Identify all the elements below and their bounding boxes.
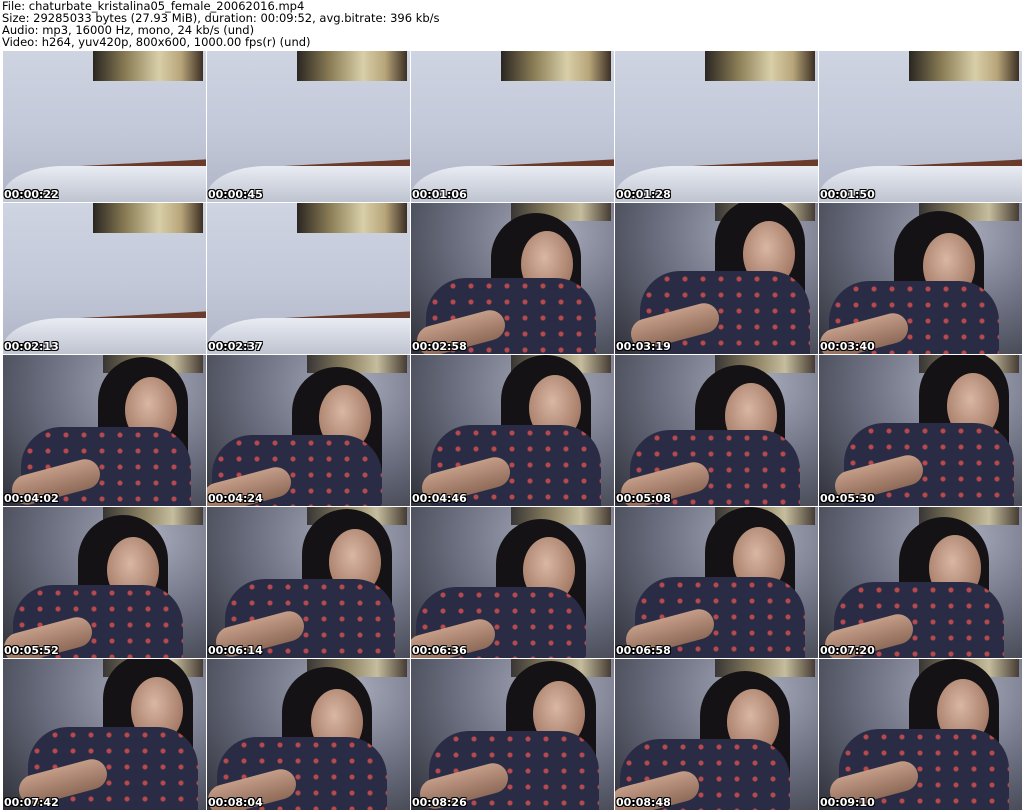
video-thumbnail: 00:02:37 xyxy=(207,203,410,354)
person-frame xyxy=(3,659,206,810)
timestamp-label: 00:08:26 xyxy=(412,796,467,809)
person-frame xyxy=(3,507,206,658)
timestamp-label: 00:05:30 xyxy=(820,492,875,505)
timestamp-label: 00:00:22 xyxy=(4,188,59,201)
person-frame xyxy=(819,203,1022,354)
video-thumbnail: 00:07:20 xyxy=(819,507,1022,658)
timestamp-label: 00:08:48 xyxy=(616,796,671,809)
timestamp-label: 00:03:40 xyxy=(820,340,875,353)
timestamp-label: 00:04:24 xyxy=(208,492,263,505)
bedroom-frame xyxy=(615,51,818,202)
person-frame xyxy=(615,355,818,506)
person-frame xyxy=(819,355,1022,506)
timestamp-label: 00:02:37 xyxy=(208,340,263,353)
video-thumbnail: 00:00:45 xyxy=(207,51,410,202)
video-thumbnail: 00:06:14 xyxy=(207,507,410,658)
video-thumbnail: 00:04:46 xyxy=(411,355,614,506)
timestamp-label: 00:01:50 xyxy=(820,188,875,201)
video-thumbnail: 00:05:30 xyxy=(819,355,1022,506)
person-frame xyxy=(207,355,410,506)
timestamp-label: 00:05:08 xyxy=(616,492,671,505)
timestamp-label: 00:05:52 xyxy=(4,644,59,657)
person-frame xyxy=(819,507,1022,658)
video-info: Video: h264, yuv420p, 800x600, 1000.00 f… xyxy=(2,35,311,49)
timestamp-label: 00:07:20 xyxy=(820,644,875,657)
person-frame xyxy=(615,659,818,810)
person-frame xyxy=(207,507,410,658)
timestamp-label: 00:00:45 xyxy=(208,188,263,201)
timestamp-label: 00:09:10 xyxy=(820,796,875,809)
video-thumbnail: 00:01:06 xyxy=(411,51,614,202)
bedroom-frame xyxy=(819,51,1022,202)
video-thumbnail: 00:02:13 xyxy=(3,203,206,354)
video-thumbnail: 00:02:58 xyxy=(411,203,614,354)
person-frame xyxy=(411,507,614,658)
video-thumbnail: 00:01:50 xyxy=(819,51,1022,202)
timestamp-label: 00:01:28 xyxy=(616,188,671,201)
person-frame xyxy=(819,659,1022,810)
timestamp-label: 00:06:14 xyxy=(208,644,263,657)
person-frame xyxy=(411,355,614,506)
timestamp-label: 00:08:04 xyxy=(208,796,263,809)
video-thumbnail: 00:06:58 xyxy=(615,507,818,658)
file-info-header: File: chaturbate_kristalina05_female_200… xyxy=(2,0,1022,50)
person-frame xyxy=(615,203,818,354)
timestamp-label: 00:02:13 xyxy=(4,340,59,353)
bedroom-frame xyxy=(3,203,206,354)
timestamp-label: 00:02:58 xyxy=(412,340,467,353)
timestamp-label: 00:03:19 xyxy=(616,340,671,353)
video-thumbnail: 00:08:48 xyxy=(615,659,818,810)
video-thumbnail: 00:06:36 xyxy=(411,507,614,658)
thumbnail-grid: 00:00:22 00:00:45 00:01:06 00:01:28 00:01:50… xyxy=(3,51,1022,810)
video-thumbnail: 00:04:02 xyxy=(3,355,206,506)
video-thumbnail: 00:08:26 xyxy=(411,659,614,810)
video-thumbnail: 00:01:28 xyxy=(615,51,818,202)
person-frame xyxy=(615,507,818,658)
bedroom-frame xyxy=(3,51,206,202)
timestamp-label: 00:06:58 xyxy=(616,644,671,657)
video-thumbnail: 00:04:24 xyxy=(207,355,410,506)
person-frame xyxy=(3,355,206,506)
person-frame xyxy=(411,203,614,354)
timestamp-label: 00:06:36 xyxy=(412,644,467,657)
video-thumbnail: 00:03:40 xyxy=(819,203,1022,354)
timestamp-label: 00:04:02 xyxy=(4,492,59,505)
video-thumbnail: 00:05:52 xyxy=(3,507,206,658)
person-frame xyxy=(411,659,614,810)
video-thumbnail: 00:09:10 xyxy=(819,659,1022,810)
person-frame xyxy=(207,659,410,810)
video-thumbnail: 00:03:19 xyxy=(615,203,818,354)
bedroom-frame xyxy=(411,51,614,202)
video-thumbnail: 00:07:42 xyxy=(3,659,206,810)
bedroom-frame xyxy=(207,203,410,354)
timestamp-label: 00:01:06 xyxy=(412,188,467,201)
timestamp-label: 00:07:42 xyxy=(4,796,59,809)
video-thumbnail: 00:08:04 xyxy=(207,659,410,810)
timestamp-label: 00:04:46 xyxy=(412,492,467,505)
bedroom-frame xyxy=(207,51,410,202)
video-thumbnail: 00:05:08 xyxy=(615,355,818,506)
video-thumbnail: 00:00:22 xyxy=(3,51,206,202)
